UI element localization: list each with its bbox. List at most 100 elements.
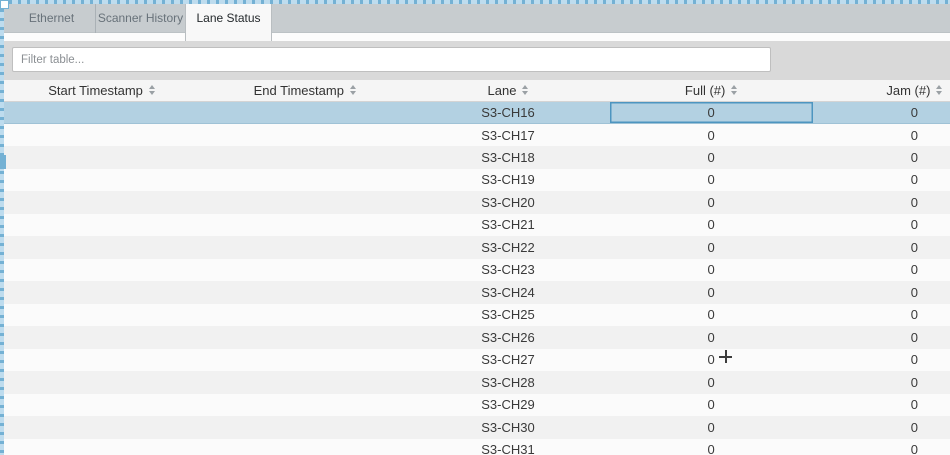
cell-lane[interactable]: S3-CH30 [406, 416, 609, 439]
cell-full[interactable]: 0 [610, 394, 813, 417]
column-header-lane[interactable]: Lane [406, 80, 609, 101]
cell-end[interactable] [203, 191, 406, 214]
table-row[interactable]: S3-CH2200 [0, 236, 950, 259]
cell-lane[interactable]: S3-CH18 [406, 146, 609, 169]
cell-jam[interactable]: 0 [813, 371, 950, 394]
cell-end[interactable] [203, 326, 406, 349]
cell-jam[interactable]: 0 [813, 214, 950, 237]
sort-icon[interactable] [149, 85, 155, 95]
table-row[interactable]: S3-CH3100 [0, 439, 950, 455]
cell-end[interactable] [203, 371, 406, 394]
table-row[interactable]: S3-CH1600 [0, 101, 950, 124]
cell-full[interactable]: 0 [610, 304, 813, 327]
cell-end[interactable] [203, 349, 406, 372]
cell-start[interactable] [0, 124, 203, 147]
cell-lane[interactable]: S3-CH29 [406, 394, 609, 417]
cell-end[interactable] [203, 416, 406, 439]
cell-jam[interactable]: 0 [813, 326, 950, 349]
table-row[interactable]: S3-CH2500 [0, 304, 950, 327]
cell-end[interactable] [203, 304, 406, 327]
tab-lane-status[interactable]: Lane Status [185, 4, 272, 41]
column-header-end[interactable]: End Timestamp [203, 80, 406, 101]
cell-full[interactable]: 0 [610, 326, 813, 349]
cell-full[interactable]: 0 [610, 169, 813, 192]
cell-jam[interactable]: 0 [813, 191, 950, 214]
cell-full[interactable]: 0 [610, 146, 813, 169]
cell-end[interactable] [203, 236, 406, 259]
cell-jam[interactable]: 0 [813, 416, 950, 439]
cell-full[interactable]: 0 [610, 236, 813, 259]
cell-jam[interactable]: 0 [813, 394, 950, 417]
table-row[interactable]: S3-CH1900 [0, 169, 950, 192]
cell-lane[interactable]: S3-CH31 [406, 439, 609, 455]
cell-full[interactable]: 0 [610, 101, 813, 124]
cell-end[interactable] [203, 124, 406, 147]
cell-full[interactable]: 0 [610, 371, 813, 394]
cell-start[interactable] [0, 101, 203, 124]
table-row[interactable]: S3-CH1700 [0, 124, 950, 147]
cell-full[interactable]: 0 [610, 281, 813, 304]
table-row[interactable]: S3-CH2100 [0, 214, 950, 237]
cell-end[interactable] [203, 146, 406, 169]
tab-scanner-history[interactable]: Scanner History [96, 4, 185, 33]
selection-handle-top-left[interactable] [0, 0, 9, 9]
table-row[interactable]: S3-CH2000 [0, 191, 950, 214]
cell-jam[interactable]: 0 [813, 439, 950, 455]
cell-jam[interactable]: 0 [813, 101, 950, 124]
cell-start[interactable] [0, 371, 203, 394]
cell-lane[interactable]: S3-CH26 [406, 326, 609, 349]
sort-icon[interactable] [731, 85, 737, 95]
selection-handle-middle-left[interactable] [0, 155, 6, 169]
cell-jam[interactable]: 0 [813, 259, 950, 282]
table-row[interactable]: S3-CH2600 [0, 326, 950, 349]
cell-jam[interactable]: 0 [813, 236, 950, 259]
cell-start[interactable] [0, 191, 203, 214]
cell-end[interactable] [203, 259, 406, 282]
table-row[interactable]: S3-CH2800 [0, 371, 950, 394]
cell-lane[interactable]: S3-CH23 [406, 259, 609, 282]
column-header-full[interactable]: Full (#) [610, 80, 813, 101]
cell-lane[interactable]: S3-CH21 [406, 214, 609, 237]
cell-end[interactable] [203, 394, 406, 417]
cell-lane[interactable]: S3-CH22 [406, 236, 609, 259]
cell-jam[interactable]: 0 [813, 304, 950, 327]
cell-end[interactable] [203, 101, 406, 124]
tab-ethernet[interactable]: Ethernet [8, 4, 96, 33]
cell-jam[interactable]: 0 [813, 146, 950, 169]
cell-end[interactable] [203, 169, 406, 192]
cell-start[interactable] [0, 304, 203, 327]
cell-jam[interactable]: 0 [813, 169, 950, 192]
cell-start[interactable] [0, 394, 203, 417]
cell-start[interactable] [0, 439, 203, 455]
cell-lane[interactable]: S3-CH20 [406, 191, 609, 214]
cell-full[interactable]: 0 [610, 439, 813, 455]
cell-full[interactable]: 0 [610, 191, 813, 214]
cell-start[interactable] [0, 146, 203, 169]
cell-lane[interactable]: S3-CH25 [406, 304, 609, 327]
cell-start[interactable] [0, 416, 203, 439]
table-row[interactable]: S3-CH2700 [0, 349, 950, 372]
table-row[interactable]: S3-CH1800 [0, 146, 950, 169]
cell-lane[interactable]: S3-CH27 [406, 349, 609, 372]
cell-lane[interactable]: S3-CH19 [406, 169, 609, 192]
cell-start[interactable] [0, 281, 203, 304]
cell-end[interactable] [203, 281, 406, 304]
cell-lane[interactable]: S3-CH17 [406, 124, 609, 147]
sort-icon[interactable] [350, 85, 356, 95]
filter-table-input[interactable] [12, 47, 771, 72]
cell-full[interactable]: 0 [610, 349, 813, 372]
cell-start[interactable] [0, 169, 203, 192]
cell-lane[interactable]: S3-CH28 [406, 371, 609, 394]
column-header-jam[interactable]: Jam (#) [813, 80, 950, 101]
cell-full[interactable]: 0 [610, 416, 813, 439]
cell-lane[interactable]: S3-CH24 [406, 281, 609, 304]
cell-full[interactable]: 0 [610, 259, 813, 282]
sort-icon[interactable] [936, 85, 942, 95]
table-row[interactable]: S3-CH2400 [0, 281, 950, 304]
cell-full[interactable]: 0 [610, 124, 813, 147]
cell-jam[interactable]: 0 [813, 281, 950, 304]
cell-end[interactable] [203, 214, 406, 237]
cell-jam[interactable]: 0 [813, 349, 950, 372]
sort-icon[interactable] [522, 85, 528, 95]
cell-start[interactable] [0, 349, 203, 372]
